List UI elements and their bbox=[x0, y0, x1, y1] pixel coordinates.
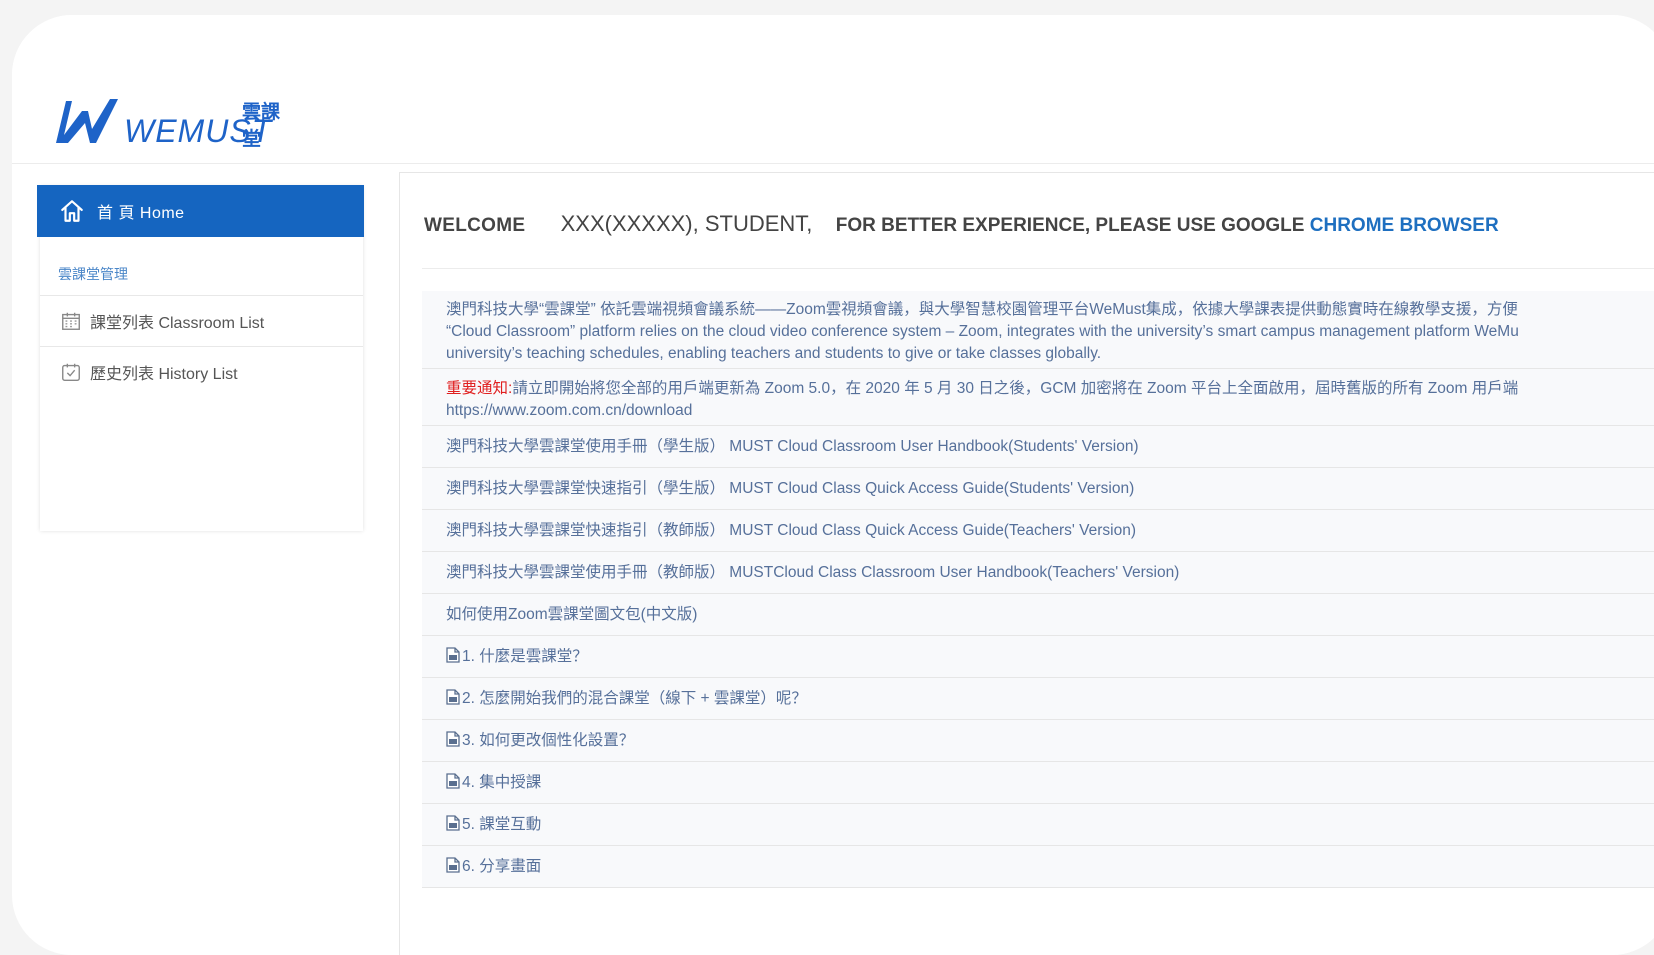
document-icon bbox=[446, 857, 460, 873]
document-icon bbox=[446, 689, 460, 705]
list-item[interactable]: 1. 什麼是雲課堂？ bbox=[422, 636, 1654, 678]
list-item[interactable]: 5. 課堂互動 bbox=[422, 804, 1654, 846]
doc-label: 3. 如何更改個性化設置？ bbox=[462, 732, 635, 749]
calendar-check-icon bbox=[62, 363, 80, 381]
browser-tip: FOR BETTER EXPERIENCE, PLEASE USE GOOGLE bbox=[835, 215, 1310, 236]
document-icon bbox=[446, 731, 460, 747]
document-icon bbox=[446, 647, 460, 663]
notice-text: 請立即開始將您全部的用戶端更新為 Zoom 5.0，在 2020 年 5 月 3… bbox=[512, 380, 1519, 397]
list-item[interactable]: 澳門科技大學雲課堂使用手冊（教師版） MUSTCloud Class Class… bbox=[422, 552, 1654, 594]
document-icon bbox=[446, 815, 460, 831]
wemust-logo[interactable]: 雲課堂 WEMUST bbox=[52, 95, 284, 165]
sidebar-item-classroom-list[interactable]: 課堂列表 Classroom List bbox=[40, 296, 363, 346]
notice-label: 重要通知: bbox=[446, 380, 513, 397]
intro-paragraph: 澳門科技大學“雲課堂” 依託雲端視頻會議系統——Zoom雲視頻會議，與大學智慧校… bbox=[422, 291, 1654, 369]
intro-english-line-1: “Cloud Classroom” platform relies on the… bbox=[446, 323, 1519, 340]
sidebar-item-label: 歷史列表 History List bbox=[90, 366, 238, 383]
welcome-label: WELCOME bbox=[424, 215, 526, 236]
section-title: 雲課堂管理 bbox=[58, 266, 128, 282]
browser-name: CHROME BROWSER bbox=[1309, 215, 1499, 236]
logo-mark-icon bbox=[56, 99, 118, 143]
nav-home[interactable]: 首 頁 Home bbox=[37, 185, 364, 237]
zoom-download-link[interactable]: https://www.zoom.com.cn/download bbox=[446, 400, 1654, 422]
divider bbox=[422, 268, 1654, 269]
user-name: XXX(XXXXX), STUDENT, bbox=[560, 211, 813, 236]
top-header: 雲課堂 WEMUST bbox=[12, 15, 1654, 164]
welcome-banner: WELCOME XXX(XXXXX), STUDENT, FOR BETTER … bbox=[424, 211, 1499, 237]
nav-home-label: 首 頁 Home bbox=[97, 205, 185, 222]
logo-english-text: WEMUST bbox=[124, 113, 273, 149]
doc-label: 5. 課堂互動 bbox=[462, 816, 542, 833]
doc-label: 4. 集中授課 bbox=[462, 774, 542, 791]
intro-english-line-2: university’s teaching schedules, enablin… bbox=[446, 345, 1102, 362]
sidebar-item-label: 課堂列表 Classroom List bbox=[90, 315, 265, 332]
list-item[interactable]: 3. 如何更改個性化設置？ bbox=[422, 720, 1654, 762]
document-icon bbox=[446, 773, 460, 789]
content-list: 澳門科技大學“雲課堂” 依託雲端視頻會議系統——Zoom雲視頻會議，與大學智慧校… bbox=[422, 291, 1654, 888]
calendar-icon bbox=[62, 312, 80, 330]
doc-label: 6. 分享畫面 bbox=[462, 858, 542, 875]
list-item[interactable]: 澳門科技大學雲課堂使用手冊（學生版） MUST Cloud Classroom … bbox=[422, 426, 1654, 468]
home-icon bbox=[61, 200, 83, 222]
list-item[interactable]: 6. 分享畫面 bbox=[422, 846, 1654, 888]
list-item[interactable]: 4. 集中授課 bbox=[422, 762, 1654, 804]
sidebar: 首 頁 Home 雲課堂管理 課堂列表 Classroom List 歷史列表 … bbox=[37, 185, 364, 531]
sidebar-item-history-list[interactable]: 歷史列表 History List bbox=[40, 347, 363, 397]
notice-paragraph: 重要通知:請立即開始將您全部的用戶端更新為 Zoom 5.0，在 2020 年 … bbox=[422, 369, 1654, 426]
doc-label: 1. 什麼是雲課堂？ bbox=[462, 648, 588, 665]
list-item[interactable]: 如何使用Zoom雲課堂圖文包(中文版) bbox=[422, 594, 1654, 636]
list-item[interactable]: 澳門科技大學雲課堂快速指引（教師版） MUST Cloud Class Quic… bbox=[422, 510, 1654, 552]
app-window: 雲課堂 WEMUST 首 頁 Home 雲課堂管理 課堂列表 Classroom… bbox=[12, 15, 1654, 955]
doc-label: 2. 怎麼開始我們的混合課堂（線下 + 雲課堂）呢？ bbox=[462, 690, 807, 707]
intro-chinese: 澳門科技大學“雲課堂” 依託雲端視頻會議系統——Zoom雲視頻會議，與大學智慧校… bbox=[446, 301, 1518, 318]
main-content: WELCOME XXX(XXXXX), STUDENT, FOR BETTER … bbox=[399, 172, 1654, 955]
list-item[interactable]: 2. 怎麼開始我們的混合課堂（線下 + 雲課堂）呢？ bbox=[422, 678, 1654, 720]
list-item[interactable]: 澳門科技大學雲課堂快速指引（學生版） MUST Cloud Class Quic… bbox=[422, 468, 1654, 510]
